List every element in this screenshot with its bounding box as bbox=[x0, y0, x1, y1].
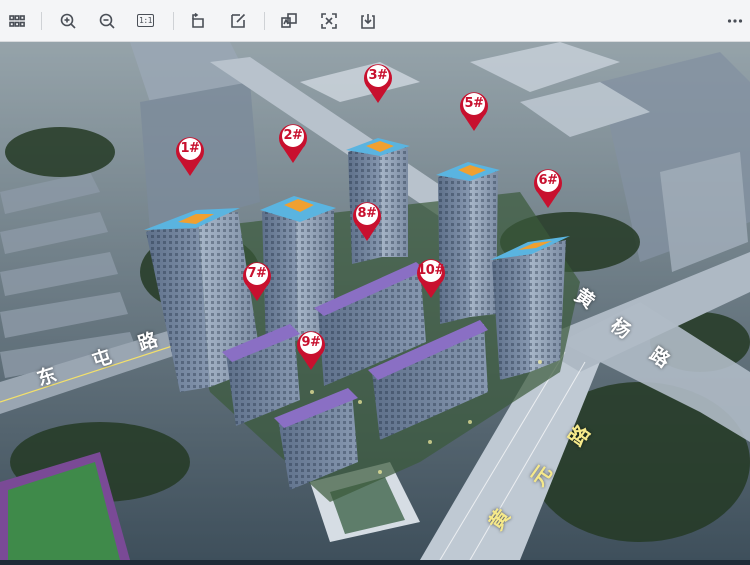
download-icon bbox=[361, 14, 375, 29]
building-label: 3# bbox=[368, 68, 388, 83]
tower-6 bbox=[490, 236, 570, 380]
zoom-out-icon bbox=[99, 13, 115, 29]
toolbar-divider bbox=[173, 12, 174, 30]
building-marker-9: 9# bbox=[294, 328, 328, 372]
zoom-out-button[interactable] bbox=[94, 8, 120, 34]
zoom-in-button[interactable] bbox=[55, 8, 81, 34]
grid-icon bbox=[9, 15, 25, 27]
rotate-icon bbox=[192, 12, 204, 28]
aerial-rendering: 1# 2# 3# 5# 6# 7# 8# 9# 10# 东 屯 路 黄 杨 路 … bbox=[0, 42, 750, 561]
building-marker-5: 5# bbox=[457, 89, 491, 133]
building-label: 1# bbox=[180, 141, 200, 156]
building-label: 5# bbox=[464, 96, 484, 111]
building-label: 10# bbox=[417, 263, 445, 278]
building-label: 7# bbox=[247, 266, 267, 281]
grid-view-button[interactable] bbox=[4, 8, 30, 34]
ocr-button[interactable] bbox=[316, 8, 342, 34]
building-label: 6# bbox=[538, 173, 558, 188]
download-button[interactable] bbox=[355, 8, 381, 34]
aerial-scene-illustration bbox=[0, 42, 750, 561]
translate-button[interactable] bbox=[276, 8, 302, 34]
image-viewer-toolbar: 1:1 bbox=[0, 0, 750, 42]
building-marker-2: 2# bbox=[276, 121, 310, 165]
actual-size-button[interactable]: 1:1 bbox=[134, 8, 160, 34]
translate-icon bbox=[281, 13, 297, 28]
zoom-in-icon bbox=[60, 13, 76, 29]
building-label: 8# bbox=[357, 206, 377, 221]
building-marker-10: 10# bbox=[414, 256, 448, 300]
building-marker-3: 3# bbox=[361, 61, 395, 105]
building-marker-8: 8# bbox=[350, 199, 384, 243]
more-button[interactable] bbox=[722, 8, 748, 34]
edit-icon bbox=[231, 13, 246, 28]
edit-button[interactable] bbox=[225, 8, 251, 34]
actual-size-label: 1:1 bbox=[139, 16, 152, 25]
building-marker-7: 7# bbox=[240, 259, 274, 303]
toolbar-divider bbox=[264, 12, 265, 30]
building-marker-6: 6# bbox=[531, 166, 565, 210]
toolbar-divider bbox=[41, 12, 42, 30]
more-icon bbox=[727, 19, 743, 23]
ratio-icon: 1:1 bbox=[137, 14, 154, 27]
rotate-button[interactable] bbox=[185, 8, 211, 34]
building-label: 2# bbox=[283, 128, 303, 143]
ocr-icon bbox=[321, 13, 337, 29]
building-label: 9# bbox=[301, 335, 321, 350]
building-marker-1: 1# bbox=[173, 134, 207, 178]
